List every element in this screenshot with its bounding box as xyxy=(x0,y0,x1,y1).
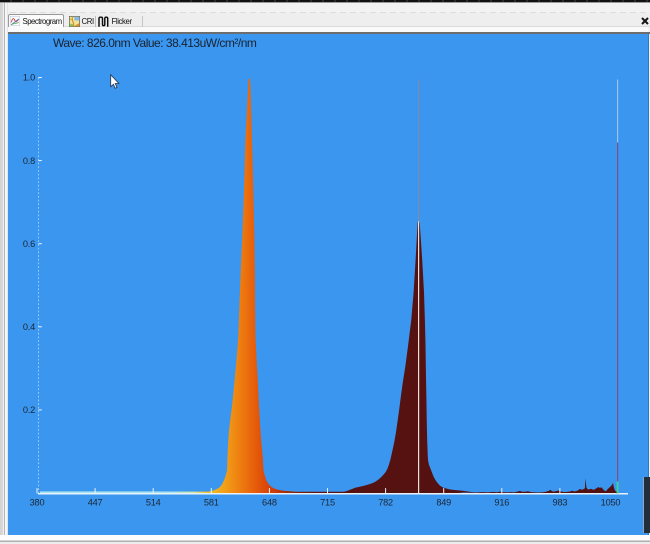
svg-text:0.4: 0.4 xyxy=(23,322,35,332)
svg-text:0.2: 0.2 xyxy=(23,405,35,415)
svg-text:581: 581 xyxy=(204,497,219,507)
svg-text:447: 447 xyxy=(88,497,103,507)
svg-text:514: 514 xyxy=(146,497,161,507)
svg-text:380: 380 xyxy=(30,497,45,507)
svg-text:983: 983 xyxy=(553,497,568,507)
svg-text:1.0: 1.0 xyxy=(23,72,35,82)
svg-text:1050: 1050 xyxy=(601,497,621,507)
svg-text:849: 849 xyxy=(436,497,451,507)
svg-text:0.8: 0.8 xyxy=(23,155,35,165)
svg-text:782: 782 xyxy=(378,497,393,507)
svg-text:916: 916 xyxy=(494,497,509,507)
svg-text:0.6: 0.6 xyxy=(23,238,35,248)
svg-text:648: 648 xyxy=(262,497,277,507)
svg-text:715: 715 xyxy=(320,497,335,507)
